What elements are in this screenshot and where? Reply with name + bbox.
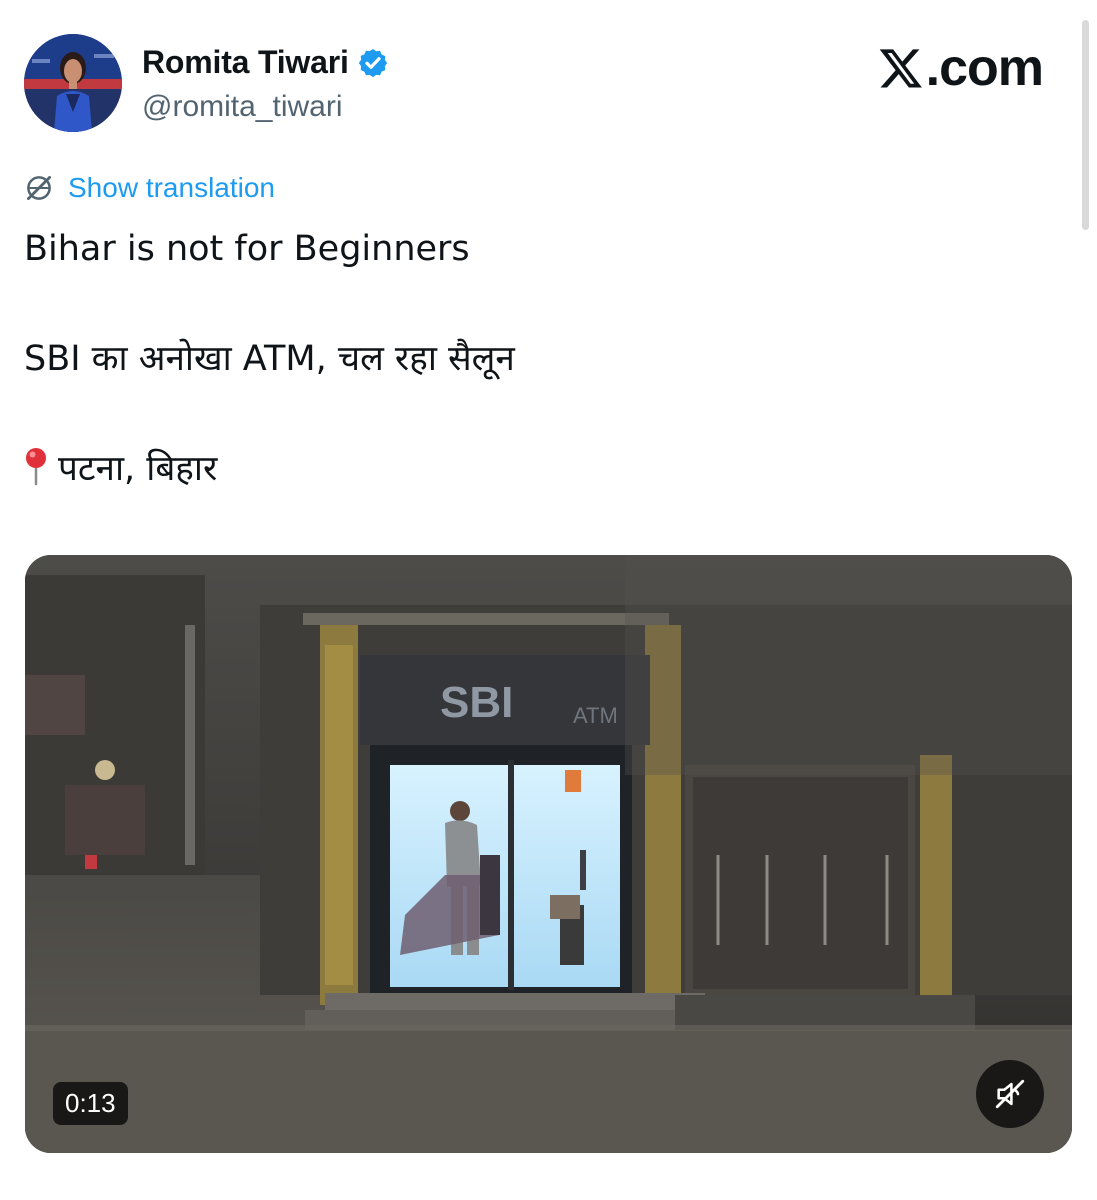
avatar-image xyxy=(24,34,122,132)
tweet-line-1: Bihar is not for Beginners xyxy=(24,229,470,269)
verified-badge-icon xyxy=(358,48,387,77)
display-name[interactable]: Romita Tiwari xyxy=(142,44,349,81)
x-logo-icon xyxy=(879,49,922,88)
mute-button[interactable] xyxy=(976,1060,1044,1128)
round-pushpin-icon xyxy=(26,448,46,486)
tweet-line-3: पटना, बिहार xyxy=(24,442,515,497)
handle[interactable]: @romita_tiwari xyxy=(142,90,343,124)
video-frame: SBI ATM xyxy=(25,555,1072,1153)
avatar[interactable] xyxy=(24,34,122,132)
x-com-watermark: .com xyxy=(878,38,1044,98)
speaker-muted-icon xyxy=(995,1079,1025,1109)
name-row: Romita Tiwari xyxy=(142,44,389,81)
video-duration: 0:13 xyxy=(53,1082,128,1125)
tweet-text: Bihar is not for Beginners SBI का अनोखा … xyxy=(24,222,515,497)
scrollbar[interactable] xyxy=(1082,20,1089,230)
video-player[interactable]: SBI ATM 0:13 xyxy=(25,555,1072,1153)
watermark-text: .com xyxy=(925,39,1044,97)
sign-atm: ATM xyxy=(573,703,618,728)
globe-slash-icon xyxy=(27,176,51,200)
sign-sbi: SBI xyxy=(440,678,513,727)
tweet-line-2: SBI का अनोखा ATM, चल रहा सैलून xyxy=(24,339,515,379)
show-translation-link[interactable]: Show translation xyxy=(68,172,275,204)
tweet-header: Romita Tiwari @romita_tiwari .com xyxy=(24,34,1057,134)
show-translation[interactable]: Show translation xyxy=(24,172,275,204)
tweet-location: पटना, बिहार xyxy=(58,449,218,489)
